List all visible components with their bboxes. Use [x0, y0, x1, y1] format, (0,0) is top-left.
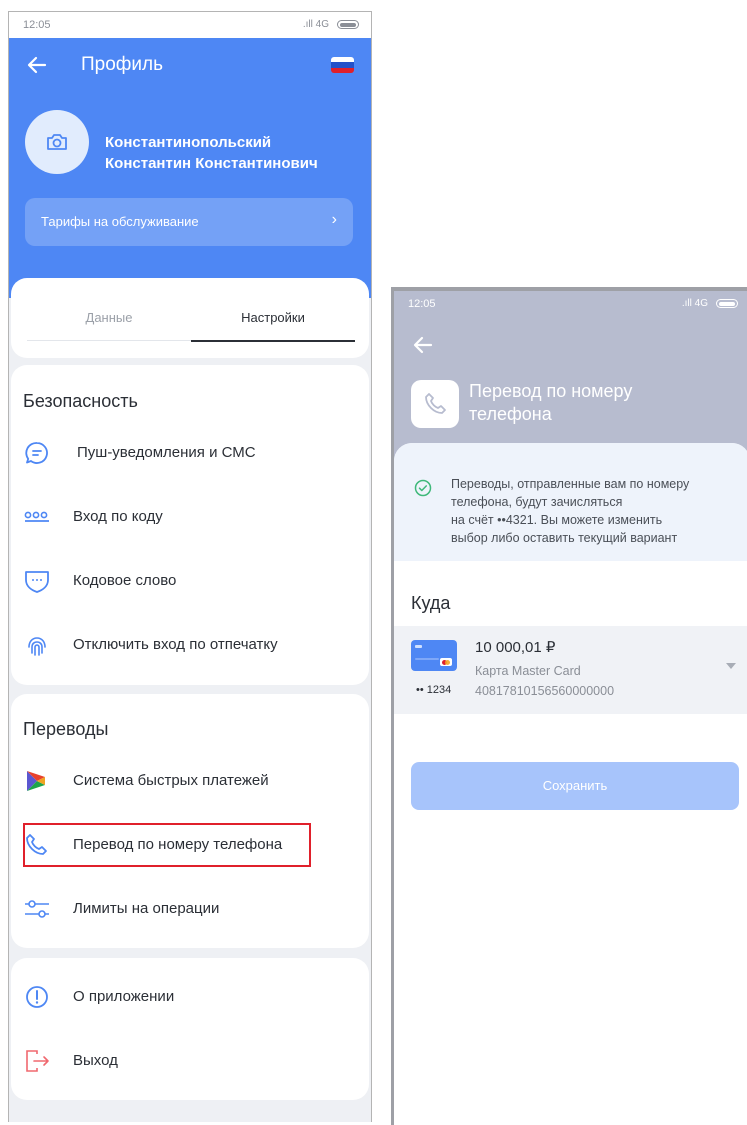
- battery-icon: [716, 299, 738, 308]
- message-icon: [25, 442, 48, 464]
- transfers-title: Переводы: [23, 719, 109, 739]
- security-title: Безопасность: [23, 391, 138, 411]
- menu-item-logout[interactable]: Выход: [23, 1039, 353, 1083]
- tab-settings[interactable]: Настройки: [191, 310, 355, 325]
- card-mask: •• 1234: [416, 684, 452, 696]
- menu-item-label: Кодовое слово: [73, 572, 177, 589]
- camera-icon: [47, 134, 67, 150]
- menu-item-label: О приложении: [73, 988, 175, 1005]
- tab-bar: Данные Настройки: [11, 278, 369, 358]
- account-number: 40817810156560000000: [475, 684, 615, 698]
- transfer-body: Переводы, отправленные вам по номеру тел…: [394, 443, 747, 1125]
- menu-item-label: Лимиты на операции: [73, 900, 220, 917]
- chevron-right-icon: ›: [331, 211, 337, 228]
- highlight-frame: [23, 823, 311, 867]
- tab-active-indicator: [191, 340, 355, 342]
- phone-transfer-screen: 12:05 .ıll 4G Перевод по номеру телефона…: [391, 287, 747, 1125]
- logout-icon: [26, 1050, 49, 1072]
- account-amount: 10 000,01 ₽: [475, 639, 556, 656]
- sliders-icon: [25, 900, 49, 918]
- tab-divider: [27, 340, 191, 341]
- language-flag-icon[interactable]: [331, 57, 354, 73]
- menu-item-label: Отключить вход по отпечатку: [73, 636, 278, 653]
- status-bar: 12:05 .ıll 4G: [394, 291, 747, 317]
- account-type: Карта Master Card: [475, 664, 581, 678]
- status-bar: 12:05 .ıll 4G: [9, 12, 371, 38]
- card-icon: [411, 640, 457, 671]
- tab-data[interactable]: Данные: [27, 310, 191, 325]
- status-time: 12:05: [23, 19, 51, 31]
- tariff-label: Тарифы на обслуживание: [41, 214, 199, 229]
- menu-item-fingerprint[interactable]: Отключить вход по отпечатку: [23, 623, 353, 667]
- avatar[interactable]: [25, 110, 89, 174]
- page-title-line1: Перевод по номеру: [469, 381, 633, 401]
- menu-item-label: Выход: [73, 1052, 118, 1069]
- battery-icon: [337, 20, 359, 29]
- back-arrow-icon[interactable]: [25, 53, 49, 77]
- tariff-button[interactable]: Тарифы на обслуживание ›: [25, 198, 353, 246]
- menu-item-code-word[interactable]: Кодовое слово: [23, 559, 353, 603]
- code-dots-icon: [24, 511, 49, 522]
- network-indicator: .ıll 4G: [681, 298, 708, 309]
- chevron-down-icon[interactable]: [726, 663, 736, 669]
- menu-item-label: Система быстрых платежей: [73, 772, 269, 789]
- menu-item-push-sms[interactable]: Пуш-уведомления и СМС: [23, 431, 353, 475]
- info-line4: выбор либо оставить текущий вариант: [451, 531, 678, 545]
- shield-icon: [25, 571, 49, 593]
- menu-item-about[interactable]: О приложении: [23, 975, 353, 1019]
- info-line2: телефона, будут зачисляться: [451, 495, 623, 509]
- profile-name-line2: Константин Константинович: [105, 155, 318, 172]
- menu-item-label: Пуш-уведомления и СМС: [77, 444, 256, 461]
- network-indicator: .ıll 4G: [302, 19, 329, 30]
- info-line1: Переводы, отправленные вам по номеру: [451, 477, 690, 491]
- profile-name: Константинопольский Константин Константи…: [105, 132, 318, 174]
- check-circle-icon: [414, 479, 432, 497]
- back-arrow-icon[interactable]: [411, 333, 435, 357]
- save-button[interactable]: Сохранить: [411, 762, 739, 810]
- sbp-icon: [27, 771, 45, 791]
- info-text: Переводы, отправленные вам по номеру тел…: [451, 475, 741, 547]
- phone-tile: [411, 380, 459, 428]
- profile-header: Профиль Константинопольский Константин К…: [9, 38, 371, 298]
- menu-item-code-login[interactable]: Вход по коду: [23, 495, 353, 539]
- phone-icon: [425, 393, 446, 414]
- menu-item-sbp[interactable]: Система быстрых платежей: [23, 759, 353, 803]
- menu-item-label: Вход по коду: [73, 508, 163, 525]
- destination-title: Куда: [411, 593, 451, 613]
- status-time: 12:05: [408, 298, 436, 310]
- account-selector[interactable]: •• 1234 10 000,01 ₽ Карта Master Card 40…: [394, 626, 747, 714]
- profile-screen: 12:05 .ıll 4G Профиль Константинопольски…: [8, 11, 372, 1122]
- page-title-line2: телефона: [469, 404, 552, 424]
- fingerprint-icon: [28, 637, 46, 656]
- page-title: Профиль: [81, 54, 164, 75]
- info-line3: на счёт ••4321. Вы можете изменить: [451, 513, 663, 527]
- info-banner: Переводы, отправленные вам по номеру тел…: [394, 443, 747, 561]
- profile-name-line1: Константинопольский: [105, 134, 272, 151]
- info-icon: [26, 986, 48, 1008]
- menu-item-limits[interactable]: Лимиты на операции: [23, 887, 353, 931]
- page-title: Перевод по номеру телефона: [469, 380, 632, 426]
